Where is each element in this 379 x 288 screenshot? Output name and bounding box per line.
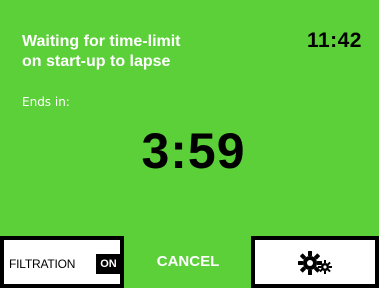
settings-button[interactable] bbox=[251, 236, 379, 288]
ends-in-label: Ends in: bbox=[22, 95, 70, 109]
filtration-toggle-button[interactable]: FILTRATION ON bbox=[0, 236, 124, 288]
filtration-status-badge: ON bbox=[96, 254, 121, 274]
filtration-label: FILTRATION bbox=[9, 257, 76, 271]
cancel-button[interactable]: CANCEL bbox=[124, 236, 252, 288]
status-message: Waiting for time-limit on start-up to la… bbox=[22, 33, 181, 70]
controller-screen: Waiting for time-limit on start-up to la… bbox=[0, 0, 379, 288]
bottom-action-bar: FILTRATION ON CANCEL bbox=[0, 236, 379, 288]
main-status-panel: Waiting for time-limit on start-up to la… bbox=[0, 0, 379, 236]
countdown-timer: 3:59 bbox=[141, 123, 246, 179]
settings-gears-icon bbox=[298, 251, 332, 275]
current-time: 11:42 bbox=[306, 29, 362, 52]
